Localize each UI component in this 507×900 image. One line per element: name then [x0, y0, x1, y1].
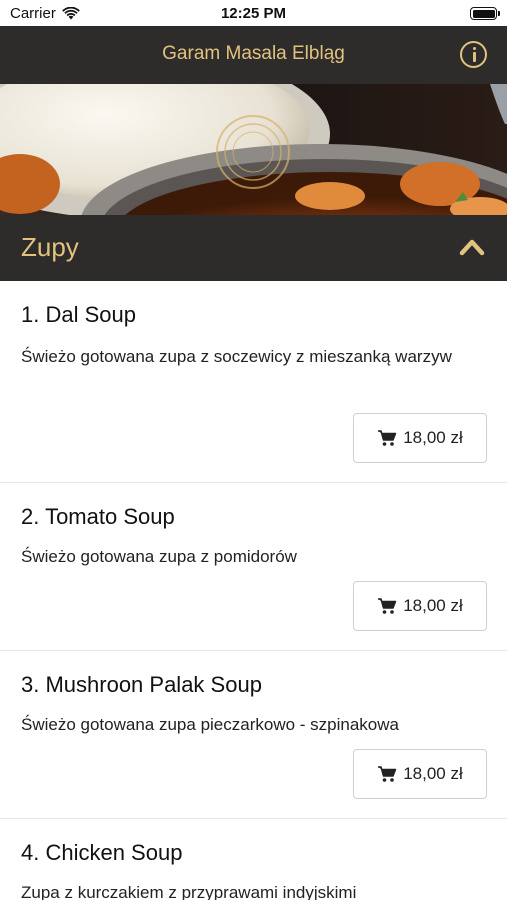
add-to-cart-button[interactable]: 18,00 zł [353, 413, 487, 463]
page-title: Garam Masala Elbląg [162, 43, 345, 64]
item-price: 18,00 zł [403, 764, 463, 783]
menu-item[interactable]: 1. Dal Soup Świeżo gotowana zupa z socze… [0, 281, 507, 483]
cart-icon [378, 598, 397, 614]
item-description: Świeżo gotowana zupa z soczewicy z miesz… [21, 347, 452, 366]
item-description: Świeżo gotowana zupa pieczarkowo - szpin… [21, 715, 399, 734]
clock: 12:25 PM [220, 5, 287, 22]
item-name: 3. Mushroon Palak Soup [21, 672, 262, 697]
cart-icon [378, 766, 397, 782]
chevron-up-icon[interactable] [459, 237, 485, 257]
menu-list: 1. Dal Soup Świeżo gotowana zupa z socze… [0, 281, 507, 900]
item-name: 2. Tomato Soup [21, 504, 175, 529]
cart-icon [378, 430, 397, 446]
add-to-cart-button[interactable]: 18,00 zł [353, 749, 487, 799]
item-name: 1. Dal Soup [21, 302, 136, 327]
category-title: Zupy [21, 232, 79, 262]
menu-item[interactable]: 3. Mushroon Palak Soup Świeżo gotowana z… [0, 651, 507, 819]
item-description: Świeżo gotowana zupa z pomidorów [21, 547, 297, 566]
info-button[interactable] [460, 41, 487, 68]
banner-image [0, 84, 507, 215]
menu-item[interactable]: 2. Tomato Soup Świeżo gotowana zupa z po… [0, 483, 507, 651]
add-to-cart-button[interactable]: 18,00 zł [353, 581, 487, 631]
category-header[interactable]: Zupy [0, 215, 507, 281]
item-price: 18,00 zł [403, 428, 463, 447]
battery-icon [470, 7, 500, 20]
status-bar: Carrier 12:25 PM [0, 0, 507, 26]
menu-item[interactable]: 4. Chicken Soup Zupa z kurczakiem z przy… [0, 819, 507, 900]
item-description: Zupa z kurczakiem z przyprawami indyjski… [21, 883, 357, 900]
nav-bar: Garam Masala Elbląg [0, 26, 507, 84]
item-price: 18,00 zł [403, 596, 463, 615]
food-photo-icon [0, 84, 507, 215]
item-name: 4. Chicken Soup [21, 840, 183, 865]
